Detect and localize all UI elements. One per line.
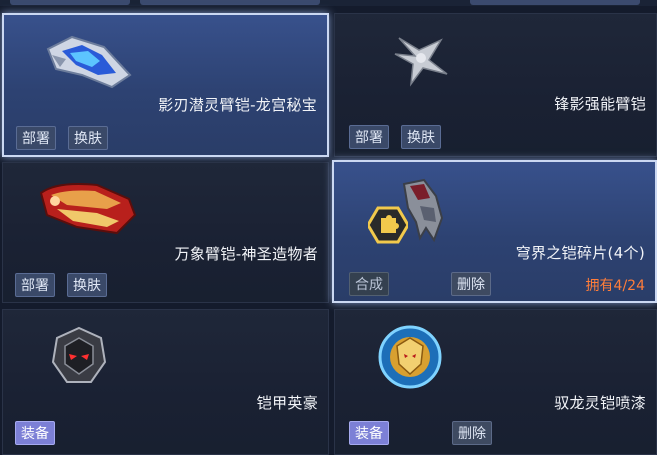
owned-count: 拥有4/24 <box>585 278 645 294</box>
item-card-wanxiang[interactable]: 万象臂铠-神圣造物者 部署 换肤 <box>2 162 329 303</box>
item-name: 影刃潜灵臂铠-龙宫秘宝 <box>158 96 317 114</box>
item-card-yulong-spray[interactable]: 驭龙灵铠喷漆 装备 删除 <box>334 309 657 455</box>
armor-emblem-icon <box>51 326 107 383</box>
item-card-fengying[interactable]: 锋影强能臂铠 部署 换肤 <box>334 13 657 157</box>
item-name: 铠甲英豪 <box>256 394 318 412</box>
armor-gauntlet-icon <box>394 37 448 87</box>
item-name: 驭龙灵铠喷漆 <box>554 394 646 412</box>
equip-button[interactable]: 装备 <box>349 421 389 445</box>
armor-gauntlet-icon <box>46 35 132 89</box>
skin-button[interactable]: 换肤 <box>401 125 441 149</box>
top-edge <box>0 0 657 6</box>
armor-gauntlet-icon <box>402 178 444 243</box>
delete-button[interactable]: 删除 <box>451 272 491 296</box>
deploy-button[interactable]: 部署 <box>15 273 55 297</box>
item-name: 锋影强能臂铠 <box>554 95 646 113</box>
item-name: 穹界之铠碎片(4个) <box>515 244 645 262</box>
item-card-kaijia-yinghao[interactable]: 铠甲英豪 装备 <box>2 309 329 455</box>
delete-button[interactable]: 删除 <box>452 421 492 445</box>
deploy-button[interactable]: 部署 <box>349 125 389 149</box>
synthesize-button[interactable]: 合成 <box>349 272 389 296</box>
deploy-button[interactable]: 部署 <box>16 126 56 150</box>
item-card-yingren[interactable]: 影刃潜灵臂铠-龙宫秘宝 部署 换肤 <box>2 13 329 157</box>
skin-button[interactable]: 换肤 <box>68 126 108 150</box>
equip-button[interactable]: 装备 <box>15 421 55 445</box>
item-card-qiongjie-fragment[interactable]: 穹界之铠碎片(4个) 合成 删除 拥有4/24 <box>332 160 657 303</box>
dragon-spray-icon <box>378 325 442 389</box>
item-name: 万象臂铠-神圣造物者 <box>174 245 318 263</box>
armor-gauntlet-icon <box>39 183 137 235</box>
skin-button[interactable]: 换肤 <box>67 273 107 297</box>
